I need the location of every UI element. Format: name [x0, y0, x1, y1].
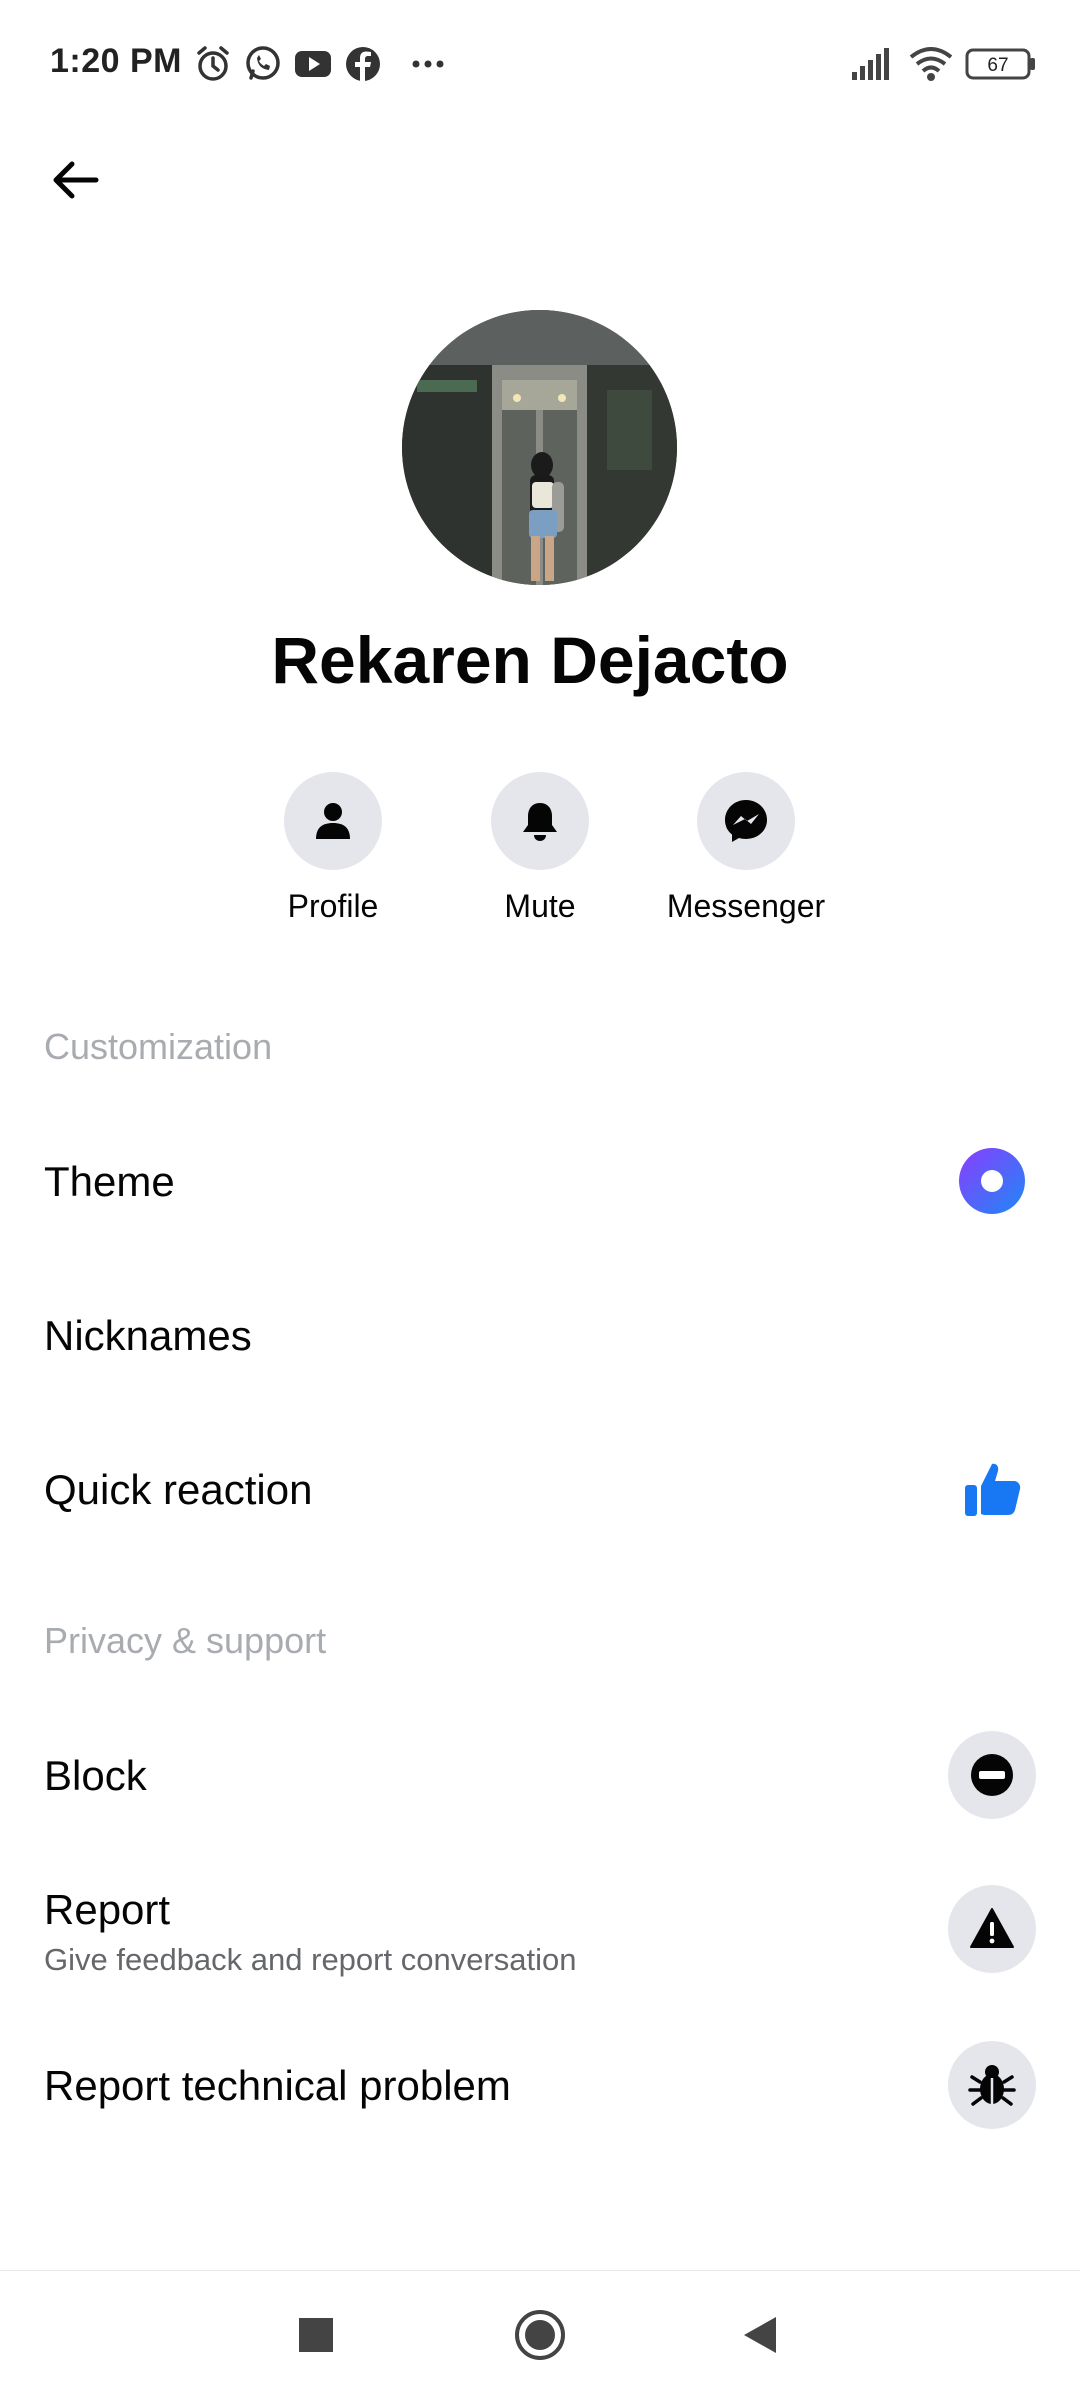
profile-icon-circle [284, 772, 382, 870]
status-bar: 1:20 PM 67 [0, 0, 1080, 128]
person-icon [316, 803, 350, 839]
section-customization: Customization [44, 1026, 273, 1067]
report-label: Report [44, 1886, 171, 1933]
warning-icon [970, 1908, 1014, 1948]
youtube-icon [295, 51, 331, 77]
back-triangle-icon[interactable] [740, 2315, 780, 2355]
section-privacy-support: Privacy & support [44, 1620, 327, 1661]
block-label: Block [44, 1752, 147, 1799]
nicknames-label: Nicknames [44, 1312, 252, 1359]
contact-name: Rekaren Dejacto [271, 623, 789, 697]
battery-level: 67 [987, 55, 1008, 76]
facebook-icon [346, 47, 380, 81]
signal-icon [852, 48, 889, 80]
theme-row[interactable]: Theme [0, 1130, 1080, 1240]
mute-label: Mute [504, 888, 576, 924]
quick-reaction-row[interactable]: Quick reaction [0, 1438, 1080, 1548]
bug-icon-circle [948, 2041, 1036, 2129]
alarm-icon [197, 46, 229, 81]
profile-button[interactable]: Profile [223, 772, 443, 925]
messenger-button[interactable]: Messenger [636, 772, 856, 925]
quick-reaction-label: Quick reaction [44, 1466, 313, 1513]
block-row[interactable]: Block [0, 1720, 1080, 1830]
wifi-icon [909, 47, 953, 81]
messenger-icon [725, 800, 767, 842]
more-dots-icon [412, 60, 444, 68]
status-time: 1:20 PM [50, 42, 182, 80]
report-icon-circle [948, 1885, 1036, 1973]
profile-label: Profile [287, 888, 379, 924]
messenger-label: Messenger [666, 888, 826, 924]
block-icon-circle [948, 1731, 1036, 1819]
arrow-left-icon [53, 161, 99, 199]
report-subtitle: Give feedback and report conversation [44, 1942, 577, 1977]
report-technical-problem-row[interactable]: Report technical problem [0, 2030, 1080, 2140]
home-circle-icon[interactable] [514, 2309, 566, 2361]
theme-label: Theme [44, 1158, 175, 1205]
battery-icon: 67 [965, 48, 1035, 80]
whatsapp-icon [246, 46, 280, 80]
avatar[interactable] [402, 310, 677, 585]
report-technical-label: Report technical problem [44, 2062, 511, 2109]
messenger-icon-circle [697, 772, 795, 870]
block-icon [971, 1754, 1013, 1796]
nicknames-row[interactable]: Nicknames [0, 1284, 1080, 1394]
bug-icon [968, 2065, 1016, 2106]
avatar-photo [402, 310, 677, 585]
mute-icon-circle [491, 772, 589, 870]
thumbs-up-icon [965, 1463, 1021, 1516]
back-button[interactable] [40, 144, 112, 216]
report-row[interactable]: Report Give feedback and report conversa… [0, 1874, 1080, 1994]
recents-square-icon[interactable] [298, 2317, 334, 2353]
theme-icon [959, 1148, 1025, 1214]
system-nav-bar [0, 2270, 1080, 2401]
mute-button[interactable]: Mute [430, 772, 650, 925]
bell-icon [523, 803, 557, 841]
